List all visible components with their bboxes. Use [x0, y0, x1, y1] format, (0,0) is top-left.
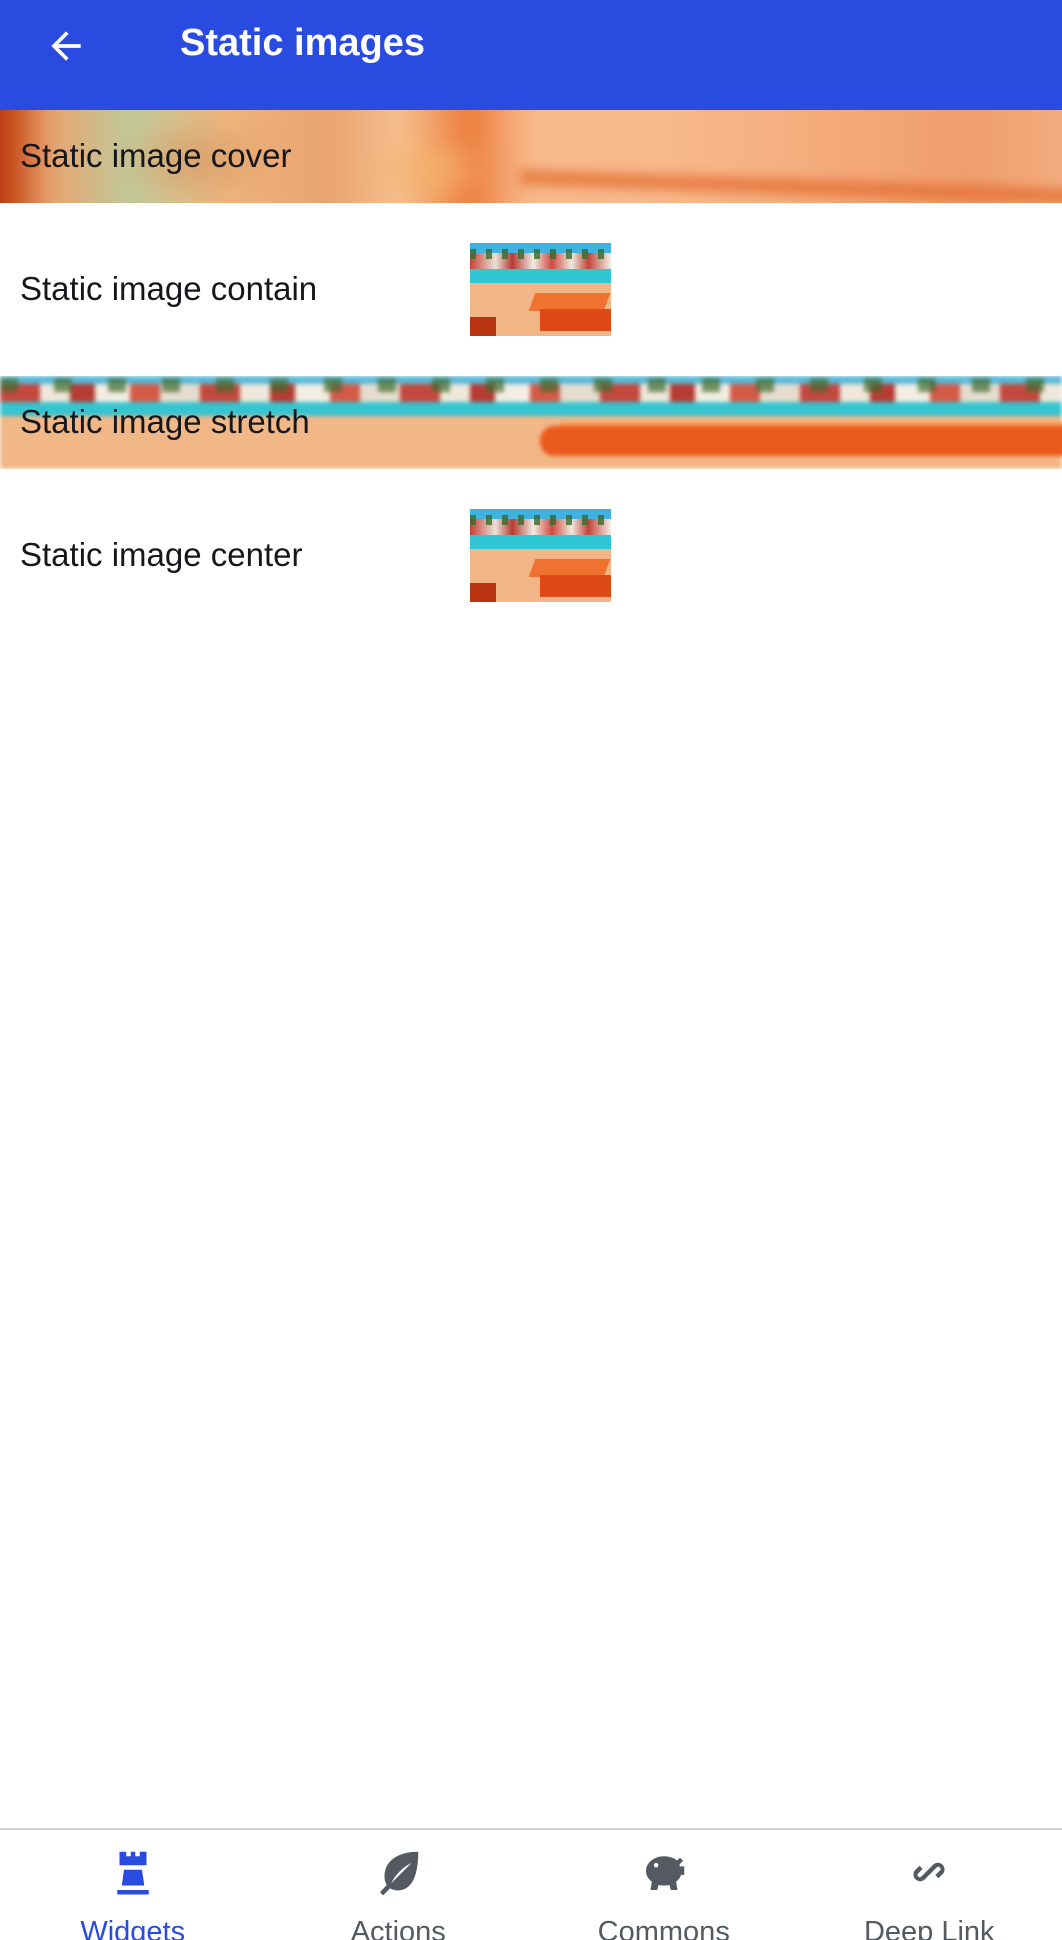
- nav-label: Commons: [597, 1916, 730, 1940]
- page-title: Static images: [180, 22, 425, 64]
- nav-label: Widgets: [80, 1916, 186, 1940]
- list-item-label: Static image center: [20, 536, 303, 573]
- leaf-icon: [370, 1844, 426, 1900]
- piggy-bank-icon: [636, 1844, 692, 1900]
- back-button[interactable]: [34, 14, 98, 78]
- list-item-label: Static image cover: [20, 137, 292, 174]
- contain-image: [470, 243, 611, 336]
- list-item-cover[interactable]: Static image cover: [0, 110, 1062, 203]
- list-item-stretch[interactable]: Static image stretch: [0, 376, 1062, 469]
- center-image: [470, 509, 611, 602]
- app-header: Static images: [0, 0, 1062, 110]
- list-item-label: Static image stretch: [20, 403, 310, 440]
- app-screen: Static images Static image cover Static …: [0, 0, 1062, 1940]
- link-icon: [901, 1844, 957, 1900]
- nav-item-commons[interactable]: Commons: [531, 1830, 797, 1940]
- nav-item-actions[interactable]: Actions: [266, 1830, 532, 1940]
- nav-label: Actions: [350, 1916, 446, 1940]
- arrow-left-icon: [51, 31, 81, 61]
- list-item-center[interactable]: Static image center: [0, 469, 1062, 642]
- nav-item-widgets[interactable]: Widgets: [0, 1830, 266, 1940]
- nav-label: Deep Link: [863, 1916, 995, 1940]
- nav-item-deep-link[interactable]: Deep Link: [797, 1830, 1062, 1940]
- bottom-navigation: Widgets Actions Commons Deep Link: [0, 1828, 1062, 1940]
- list-item-contain[interactable]: Static image contain: [0, 203, 1062, 376]
- list-item-label: Static image contain: [20, 270, 318, 307]
- rook-icon: [105, 1844, 161, 1900]
